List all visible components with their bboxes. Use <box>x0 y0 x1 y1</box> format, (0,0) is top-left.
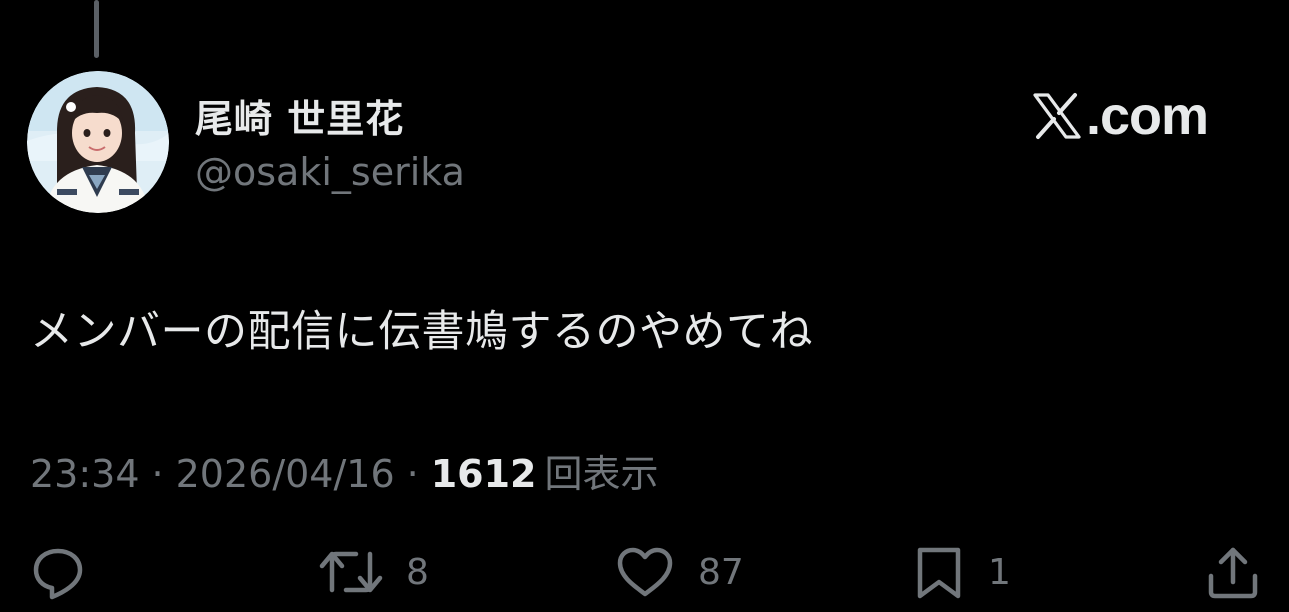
retweet-button[interactable]: 8 <box>318 540 429 604</box>
like-button[interactable]: 87 <box>614 540 744 604</box>
meta-separator: · <box>151 452 164 496</box>
thread-connector-line <box>94 0 99 58</box>
tweet-text: メンバーの配信に伝書鳩するのやめてね <box>30 307 813 357</box>
user-handle[interactable]: @osaki_serika <box>195 150 465 194</box>
share-button[interactable] <box>1203 540 1263 604</box>
share-icon <box>1208 547 1258 599</box>
bookmark-icon <box>917 547 961 599</box>
meta-separator: · <box>406 452 419 496</box>
tweet-time[interactable]: 23:34 <box>30 452 140 496</box>
tweet-date[interactable]: 2026/04/16 <box>176 452 395 496</box>
brand-domain-text: .com <box>1086 86 1209 146</box>
like-count: 87 <box>698 551 744 593</box>
display-name[interactable]: 尾崎 世里花 <box>195 88 404 143</box>
retweet-icon <box>319 551 383 593</box>
x-logo-icon <box>1033 93 1081 139</box>
tweet-meta: 23:34 · 2026/04/16 · 1612 回表示 <box>30 443 659 498</box>
bookmark-count: 1 <box>988 551 1011 593</box>
avatar[interactable] <box>27 71 169 213</box>
views-label: 回表示 <box>544 452 659 496</box>
heart-icon <box>617 547 673 597</box>
reply-button[interactable] <box>28 540 88 604</box>
tweet-actions-bar: 8 87 1 <box>0 540 1289 604</box>
retweet-count: 8 <box>406 551 429 593</box>
views-count: 1612 <box>430 452 537 496</box>
bookmark-button[interactable]: 1 <box>912 540 1011 604</box>
x-brand-logo: .com <box>1030 86 1209 146</box>
reply-icon <box>33 548 83 600</box>
